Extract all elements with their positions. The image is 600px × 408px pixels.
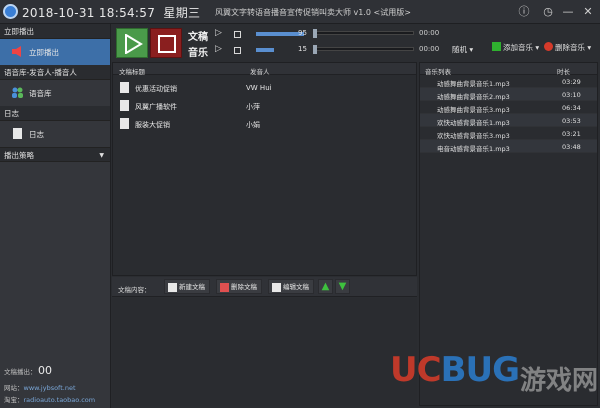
taobao-row: 淘宝：radioauto.taobao.com: [4, 396, 96, 404]
section-broadcast: 立即播出: [0, 24, 110, 39]
document-author: 小娟: [246, 121, 260, 129]
new-doc-button[interactable]: 新建文稿: [164, 279, 210, 294]
sidebar-item-label: 日志: [29, 130, 44, 139]
doc-label: 文稿: [188, 32, 208, 43]
document-title: 服装大促销: [135, 121, 170, 129]
stop-button[interactable]: [150, 28, 182, 58]
play-button[interactable]: [116, 28, 148, 58]
add-music-button[interactable]: 添加音乐 ▾: [492, 40, 543, 55]
arrow-down-icon: ▼: [338, 281, 347, 292]
doc-time: 00:00: [419, 29, 440, 37]
doc-progress-bar[interactable]: [315, 31, 414, 35]
watermark-text: 游戏网: [520, 366, 599, 396]
website-row: 网站：www.jybsoft.net: [4, 384, 76, 392]
document-title: 风翼广播软件: [135, 103, 177, 111]
doc-volume-value: 95: [298, 29, 307, 37]
section-log: 日志: [0, 106, 110, 121]
delete-music-button[interactable]: 删除音乐 ▾: [544, 40, 598, 55]
content-toolbar: 文稿内容： 新建文稿 删除文稿 编辑文稿 ▲ ▼: [112, 277, 417, 297]
count-label: 文稿播出：: [4, 368, 37, 376]
content-label: 文稿内容：: [118, 286, 151, 294]
clock-icon[interactable]: ◷: [540, 4, 556, 20]
list-item[interactable]: 风翼广播软件 小萍: [113, 97, 416, 115]
sidebar-item-log[interactable]: 日志: [0, 121, 110, 147]
music-time: 00:00: [419, 45, 440, 53]
delete-icon: [544, 42, 553, 51]
music-volume-value: 15: [298, 45, 307, 53]
document-title: 优惠活动促销: [135, 85, 177, 93]
document-list: 文稿标题 发音人 优惠活动促销 VW Hui 风翼广播软件 小萍 服装大促销 小…: [112, 62, 417, 276]
doc-play-icon[interactable]: ▷: [215, 28, 222, 38]
speaker-icon: [12, 46, 21, 57]
sidebar: 立即播出 立即播出 语音库-发音人-播音人 语音库 日志 日志 播出策略 ▼ 文…: [0, 24, 111, 408]
table-row[interactable]: 欢快动感背景音乐1.mp3 03:53: [420, 114, 597, 127]
play-mode-dropdown[interactable]: 随机 ▾: [452, 44, 473, 55]
app-logo-icon: [3, 4, 18, 19]
table-row[interactable]: 电音动感背景音乐1.mp3 03:48: [420, 140, 597, 153]
table-row[interactable]: 欢快动感背景音乐3.mp3 03:21: [420, 127, 597, 140]
column-title: 文稿标题: [119, 68, 145, 76]
music-stop-icon[interactable]: [234, 47, 241, 54]
watermark-logo: UCBUG: [390, 350, 520, 390]
music-label: 音乐: [188, 48, 208, 59]
document-icon: [120, 118, 129, 129]
strategy-label: 播出策略: [4, 151, 34, 160]
website-link[interactable]: www.jybsoft.net: [24, 384, 76, 392]
info-icon[interactable]: ⓘ: [516, 4, 532, 20]
document-author: VW Hui: [246, 84, 272, 92]
document-icon: [120, 82, 129, 93]
delete-doc-icon: [220, 283, 229, 292]
sidebar-item-broadcast[interactable]: 立即播出: [0, 39, 110, 65]
document-icon: [120, 100, 129, 111]
section-voice: 语音库-发音人-播音人: [0, 65, 110, 80]
music-progress-bar[interactable]: [315, 47, 414, 51]
close-button[interactable]: ✕: [580, 4, 596, 20]
content-editor[interactable]: [112, 298, 417, 406]
document-author: 小萍: [246, 103, 260, 111]
count-value: 00: [38, 364, 52, 377]
datetime-display: 2018-10-31 18:54:57 星期三: [22, 6, 201, 20]
taobao-link[interactable]: radioauto.taobao.com: [24, 396, 96, 404]
table-row[interactable]: 动感舞曲背景音乐1.mp3 03:29: [420, 75, 597, 88]
music-list-header: 音乐列表 时长: [420, 63, 597, 76]
edit-doc-button[interactable]: 编辑文稿: [268, 279, 314, 294]
table-row[interactable]: 动感舞曲背景音乐3.mp3 06:34: [420, 101, 597, 114]
list-item[interactable]: 优惠活动促销 VW Hui: [113, 79, 416, 97]
sidebar-item-label: 语音库: [29, 89, 52, 98]
sidebar-item-label: 立即播出: [29, 48, 59, 57]
doc-progress-knob[interactable]: [313, 29, 317, 38]
list-item[interactable]: 服装大促销 小娟: [113, 115, 416, 133]
chevron-down-icon: ▼: [99, 152, 104, 159]
doc-volume-slider[interactable]: [256, 32, 304, 36]
music-play-icon[interactable]: ▷: [215, 44, 222, 54]
play-icon: [125, 34, 143, 54]
music-volume-slider[interactable]: [256, 48, 274, 52]
table-row[interactable]: 动感舞曲背景音乐2.mp3 03:10: [420, 88, 597, 101]
minimize-button[interactable]: —: [560, 4, 576, 20]
title-bar: 2018-10-31 18:54:57 星期三 风翼文字转语音播音宣传促销叫卖大…: [0, 0, 600, 24]
new-doc-icon: [168, 283, 177, 292]
stop-icon: [158, 35, 176, 53]
column-author: 发音人: [250, 68, 270, 76]
arrow-up-icon: ▲: [321, 281, 330, 292]
doc-stop-icon[interactable]: [234, 31, 241, 38]
document-icon: [13, 128, 22, 139]
window-title: 风翼文字转语音播音宣传促销叫卖大师 v1.0 <试用版>: [215, 8, 411, 17]
move-down-button[interactable]: ▼: [335, 279, 350, 294]
users-icon: [12, 87, 23, 98]
music-progress-knob[interactable]: [313, 45, 317, 54]
strategy-dropdown[interactable]: 播出策略 ▼: [0, 147, 110, 162]
plus-icon: [492, 42, 501, 51]
move-up-button[interactable]: ▲: [318, 279, 333, 294]
delete-doc-button[interactable]: 删除文稿: [216, 279, 262, 294]
sidebar-item-voice[interactable]: 语音库: [0, 80, 110, 106]
document-list-header: 文稿标题 发音人: [113, 63, 416, 76]
edit-doc-icon: [272, 283, 281, 292]
